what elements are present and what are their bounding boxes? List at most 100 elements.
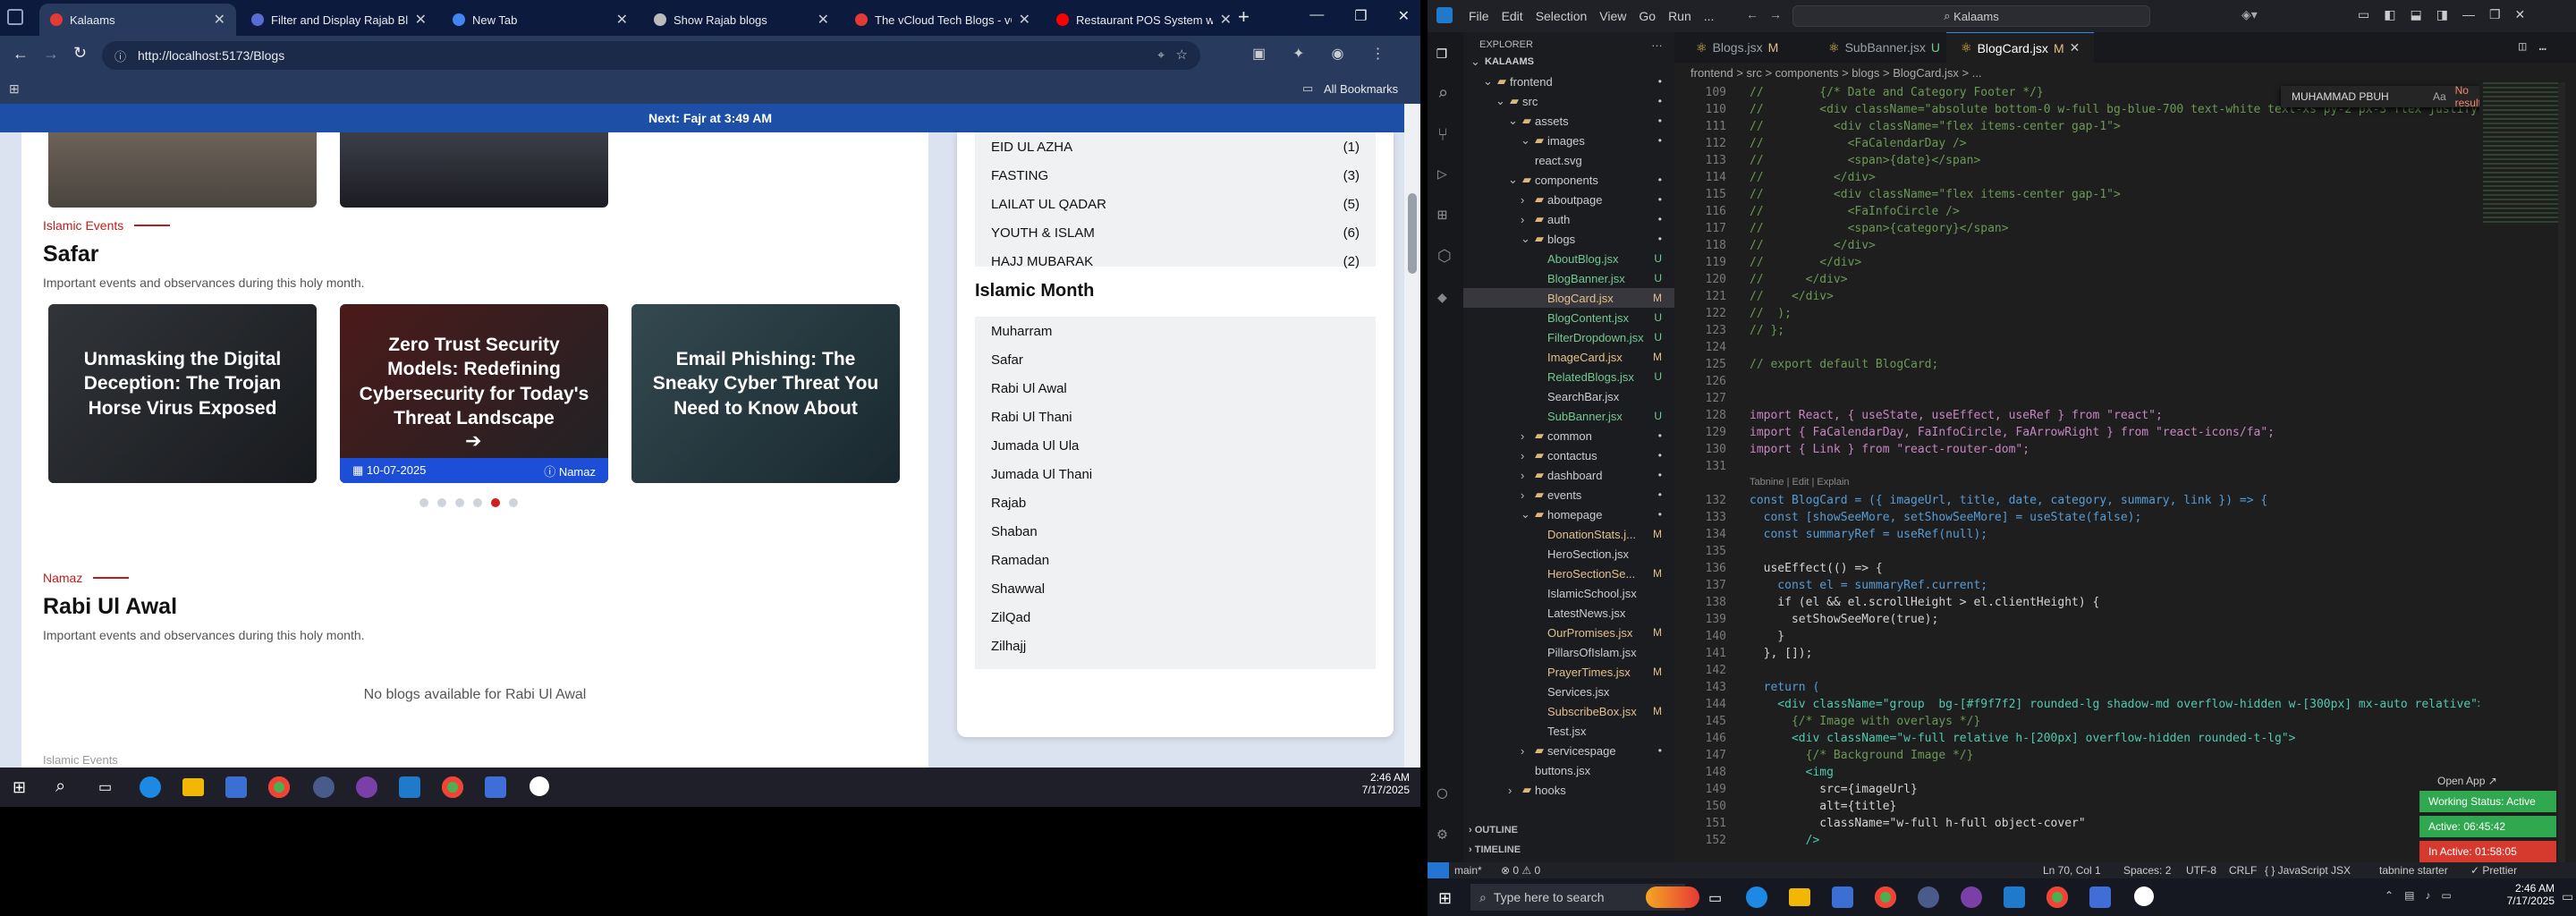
month-item[interactable]: Rabi Ul Awal — [975, 374, 1376, 403]
split-editor-icon[interactable]: ◫ — [2519, 39, 2526, 54]
browser-tab[interactable]: The vCloud Tech Blogs - vCl ✕ — [844, 4, 1041, 36]
run-debug-icon[interactable]: ▷ — [1437, 165, 1447, 183]
search-icon[interactable]: ⌕ — [55, 776, 65, 797]
all-bookmarks[interactable]: All Bookmarks — [1324, 82, 1398, 96]
git-branch[interactable]: main* — [1454, 864, 1482, 877]
month-item[interactable]: ZilQad — [975, 603, 1376, 632]
month-item[interactable]: Ramadan — [975, 546, 1376, 574]
app-icon[interactable] — [1918, 886, 1939, 908]
close-tab-icon[interactable]: ✕ — [214, 11, 225, 29]
tree-file[interactable]: LatestNews.jsx — [1463, 603, 1674, 623]
task-view-icon[interactable]: ▭ — [98, 778, 112, 796]
sidebar-toggle-icon[interactable]: ◧ — [2384, 7, 2395, 22]
close-tab-icon[interactable]: ✕ — [1019, 11, 1030, 29]
month-item[interactable]: Rabi Ul Thani — [975, 403, 1376, 431]
menu-item[interactable]: View — [1599, 9, 1626, 23]
tree-folder[interactable]: › ▰ common • — [1463, 426, 1674, 445]
vscode-icon[interactable] — [399, 776, 420, 798]
file-explorer-icon[interactable] — [1789, 888, 1810, 906]
tree-file[interactable]: HeroSectionSe... M — [1463, 564, 1674, 583]
tree-file[interactable]: FilterDropdown.jsx U — [1463, 327, 1674, 347]
tabnine-icon[interactable]: ◆ — [1437, 288, 1447, 307]
edge-icon[interactable] — [1746, 886, 1767, 908]
category-item[interactable]: EID UL AZHA (1) — [975, 132, 1376, 161]
extension-icon[interactable]: ▣ — [1252, 45, 1266, 63]
close-tab-icon[interactable]: ✕ — [2070, 40, 2080, 55]
editor-tab[interactable]: ⚛ BlogCard.jsx M ✕ — [1946, 32, 2095, 63]
tree-file[interactable]: OurPromises.jsx M — [1463, 623, 1674, 642]
back-arrow-icon[interactable]: ← — [13, 45, 29, 64]
github-icon[interactable] — [356, 776, 377, 798]
tree-folder[interactable]: ⌄ ▰ src • — [1463, 91, 1674, 111]
prettier-status[interactable]: ✓ Prettier — [2470, 864, 2517, 877]
app-icon[interactable] — [530, 776, 549, 796]
tree-folder[interactable]: › ▰ events • — [1463, 485, 1674, 505]
close-window-icon[interactable]: ✕ — [2515, 7, 2526, 22]
network-icon[interactable]: ▤ — [2404, 889, 2414, 902]
minimize-icon[interactable]: — — [2462, 7, 2475, 22]
extensions-icon[interactable]: ⊞ — [1437, 206, 1447, 225]
tree-file[interactable]: AboutBlog.jsx U — [1463, 249, 1674, 268]
panel-toggle-icon[interactable]: ⬓ — [2410, 7, 2421, 22]
tree-file[interactable]: PillarsOfIslam.jsx — [1463, 642, 1674, 662]
find-input[interactable]: MUHAMMAD PBUH — [2292, 90, 2424, 103]
tree-file[interactable]: BlogContent.jsx U — [1463, 308, 1674, 327]
browser-tab[interactable]: Restaurant POS System with ✕ — [1046, 4, 1242, 36]
command-center-search[interactable]: ⌕ Kalaams — [1792, 5, 2150, 27]
carousel-dot[interactable] — [437, 498, 446, 507]
source-control-icon[interactable]: ⑂ — [1437, 123, 1448, 145]
tree-folder[interactable]: ⌄ ▰ images • — [1463, 131, 1674, 150]
close-tab-icon[interactable]: ✕ — [415, 11, 427, 29]
editor-tab[interactable]: ⚛ Blogs.jsx M — [1682, 32, 1792, 63]
minimap[interactable] — [2479, 82, 2569, 862]
back-arrow-icon[interactable]: ← — [1746, 7, 1758, 21]
more-actions-icon[interactable]: … — [1651, 36, 1663, 49]
site-info-icon[interactable]: ⓘ — [114, 47, 126, 64]
menu-item[interactable]: ... — [1704, 9, 1715, 23]
copilot-icon[interactable]: ◈▾ — [2241, 7, 2258, 22]
app-icon[interactable] — [485, 776, 506, 798]
scrollbar-thumb[interactable] — [1408, 193, 1417, 274]
blog-card-image[interactable] — [340, 132, 608, 208]
carousel-dot[interactable] — [473, 498, 482, 507]
line-ending[interactable]: CRLF — [2229, 864, 2257, 877]
category-item[interactable]: LAILAT UL QADAR (5) — [975, 190, 1376, 218]
blog-card-image[interactable] — [48, 132, 317, 208]
editor-scrollbar[interactable] — [2558, 82, 2565, 862]
notifications-icon[interactable]: ▭ — [2562, 889, 2573, 904]
tree-file[interactable]: SubBanner.jsx U — [1463, 406, 1674, 426]
carousel-dot[interactable] — [419, 498, 428, 507]
indentation[interactable]: Spaces: 2 — [2123, 864, 2171, 877]
language-mode[interactable]: { } JavaScript JSX — [2265, 864, 2351, 877]
tree-file[interactable]: ImageCard.jsx M — [1463, 347, 1674, 367]
browser-tab[interactable]: Show Rajab blogs ✕ — [643, 4, 840, 36]
chevron-up-icon[interactable]: ⌃ — [2385, 889, 2394, 902]
month-item[interactable]: Safar — [975, 345, 1376, 374]
tree-file[interactable]: HeroSection.jsx — [1463, 544, 1674, 564]
volume-icon[interactable]: ♪ — [2425, 889, 2430, 902]
menu-item[interactable]: Run — [1668, 9, 1691, 23]
close-tab-icon[interactable]: ✕ — [1220, 11, 1232, 29]
store-icon[interactable] — [225, 776, 247, 798]
arrow-right-icon[interactable]: ➔ — [465, 429, 481, 453]
explorer-icon[interactable]: ❐ — [1436, 41, 1447, 63]
tree-folder[interactable]: › ▰ contactus • — [1463, 445, 1674, 465]
tree-folder[interactable]: › ▰ servicespage • — [1463, 741, 1674, 760]
close-tab-icon[interactable]: ✕ — [818, 11, 829, 29]
menu-item[interactable]: File — [1469, 9, 1489, 23]
github-icon[interactable] — [1961, 886, 1982, 908]
app-icon[interactable] — [313, 776, 335, 798]
remote-icon[interactable]: ⬡ — [1437, 247, 1452, 266]
profile-icon[interactable]: ◉ — [1332, 45, 1344, 63]
browser-tab[interactable]: New Tab ✕ — [442, 4, 639, 36]
tabnine-status[interactable]: tabnine starter — [2379, 864, 2448, 877]
edge-icon[interactable] — [140, 776, 161, 798]
vscode-icon[interactable] — [2004, 886, 2025, 908]
chrome-icon[interactable] — [2046, 886, 2068, 908]
problems-count[interactable]: ⊗ 0 ⚠ 0 — [1501, 864, 1540, 877]
app-icon[interactable] — [2134, 886, 2154, 906]
month-item[interactable]: Jumada Ul Ula — [975, 431, 1376, 460]
tree-folder[interactable]: ⌄ ▰ frontend • — [1463, 72, 1674, 91]
category-item[interactable]: FASTING (3) — [975, 161, 1376, 190]
carousel-dot[interactable] — [491, 498, 500, 507]
